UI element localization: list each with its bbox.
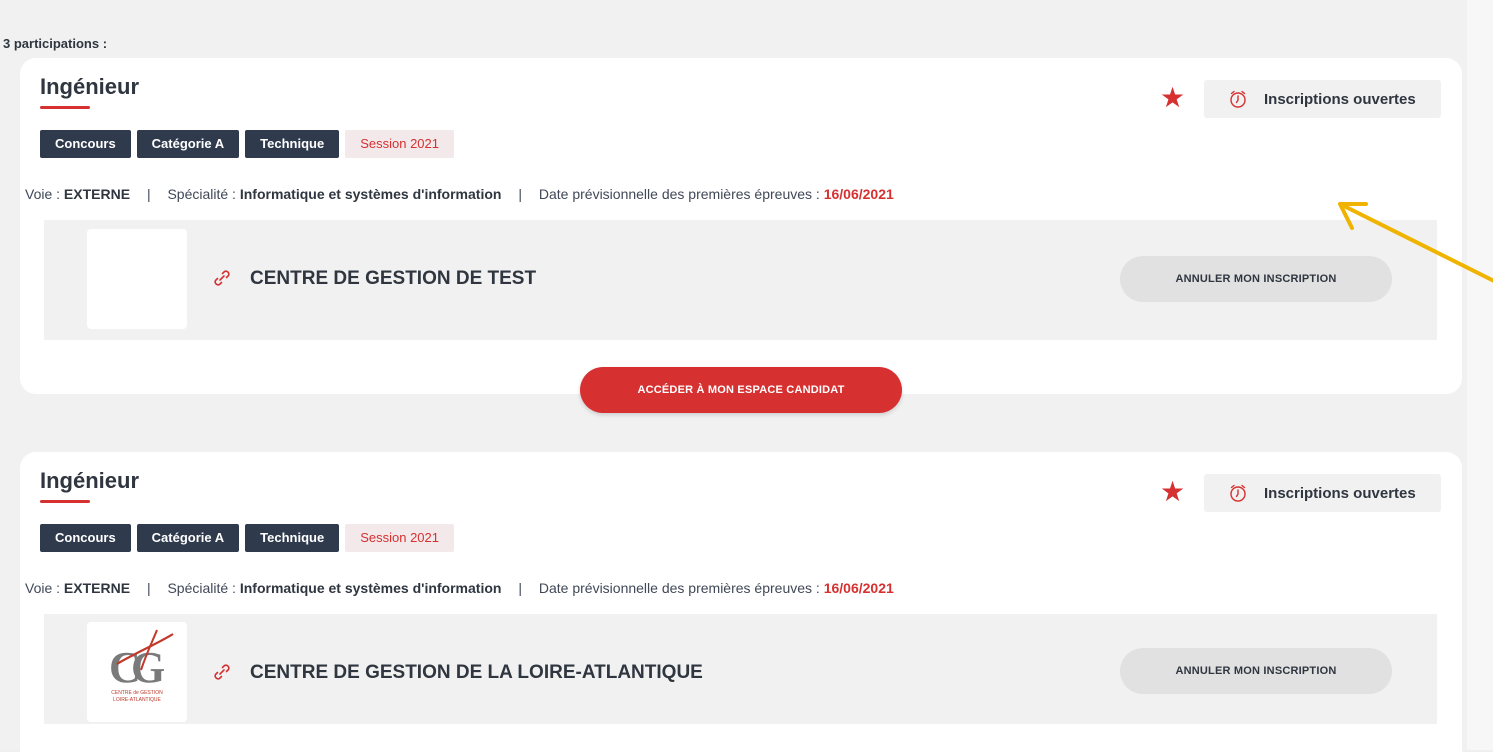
gestion-centre-row: CENTRE DE GESTION DE TEST ANNULER MON IN… — [44, 220, 1437, 340]
participation-details: Voie : EXTERNE | Spécialité : Informatiq… — [25, 186, 894, 202]
svg-text:LOIRE-ATLANTIQUE: LOIRE-ATLANTIQUE — [113, 697, 161, 703]
tag-categorie: Catégorie A — [136, 130, 240, 158]
voie-value: EXTERNE — [63, 580, 131, 596]
status-badge: Inscriptions ouvertes — [1204, 474, 1441, 512]
tag-concours: Concours — [40, 524, 131, 552]
tag-technique: Technique — [245, 130, 340, 158]
gestion-centre-row: C G CENTRE de GESTION LOIRE-ATLANTIQUE C… — [44, 614, 1437, 724]
participation-card: Ingénieur ★ Inscriptions ouvertes Concou… — [20, 58, 1462, 413]
svg-text:CENTRE de GESTION: CENTRE de GESTION — [111, 690, 163, 696]
date-label: Date prévisionnelle des premières épreuv… — [538, 580, 820, 596]
cdg-logo-image: C G CENTRE de GESTION LOIRE-ATLANTIQUE — [109, 629, 174, 703]
specialite-value: Informatique et systèmes d'information — [239, 580, 502, 596]
star-icon[interactable]: ★ — [1160, 478, 1185, 506]
specialite-label: Spécialité : — [167, 580, 236, 596]
arrow-annotation-icon — [1338, 202, 1493, 283]
participation-details: Voie : EXTERNE | Spécialité : Informatiq… — [25, 580, 894, 596]
card-title: Ingénieur — [40, 468, 140, 493]
star-icon[interactable]: ★ — [1160, 84, 1185, 112]
alarm-clock-icon — [1230, 90, 1246, 108]
tag-session: Session 2021 — [345, 524, 454, 552]
title-underline — [40, 500, 90, 503]
cancel-registration-button[interactable]: ANNULER MON INSCRIPTION — [1120, 648, 1392, 694]
participations-count: 3 participations : — [3, 36, 108, 51]
date-label: Date prévisionnelle des premières épreuv… — [538, 186, 820, 202]
status-text: Inscriptions ouvertes — [1264, 484, 1416, 502]
centre-logo — [87, 229, 187, 329]
tag-session: Session 2021 — [345, 130, 454, 158]
title-underline — [40, 106, 90, 109]
alarm-clock-icon — [1230, 484, 1246, 502]
voie-value: EXTERNE — [63, 186, 131, 202]
status-badge: Inscriptions ouvertes — [1204, 80, 1441, 118]
link-icon[interactable] — [211, 267, 233, 289]
access-candidate-space-button[interactable]: ACCÉDER À MON ESPACE CANDIDAT — [580, 367, 902, 413]
voie-label: Voie : — [25, 580, 61, 596]
separator: | — [518, 186, 522, 202]
tag-list: Concours Catégorie A Technique Session 2… — [40, 130, 454, 158]
separator: | — [518, 580, 522, 596]
tag-technique: Technique — [245, 524, 340, 552]
centre-name-link[interactable]: CENTRE DE GESTION DE TEST — [250, 268, 536, 290]
status-text: Inscriptions ouvertes — [1264, 90, 1416, 108]
date-value: 16/06/2021 — [823, 580, 894, 596]
card-title: Ingénieur — [40, 74, 140, 99]
date-value: 16/06/2021 — [823, 186, 894, 202]
tag-concours: Concours — [40, 130, 131, 158]
specialite-value: Informatique et systèmes d'information — [239, 186, 502, 202]
page-margin — [1467, 0, 1493, 750]
centre-logo: C G CENTRE de GESTION LOIRE-ATLANTIQUE — [87, 622, 187, 722]
link-icon[interactable] — [211, 661, 233, 683]
separator: | — [146, 186, 151, 202]
voie-label: Voie : — [25, 186, 61, 202]
separator: | — [146, 580, 151, 596]
tag-categorie: Catégorie A — [136, 524, 240, 552]
participation-card: Ingénieur ★ Inscriptions ouvertes Concou… — [20, 452, 1462, 752]
tag-list: Concours Catégorie A Technique Session 2… — [40, 524, 454, 552]
centre-name-link[interactable]: CENTRE DE GESTION DE LA LOIRE-ATLANTIQUE — [250, 662, 703, 684]
specialite-label: Spécialité : — [167, 186, 236, 202]
